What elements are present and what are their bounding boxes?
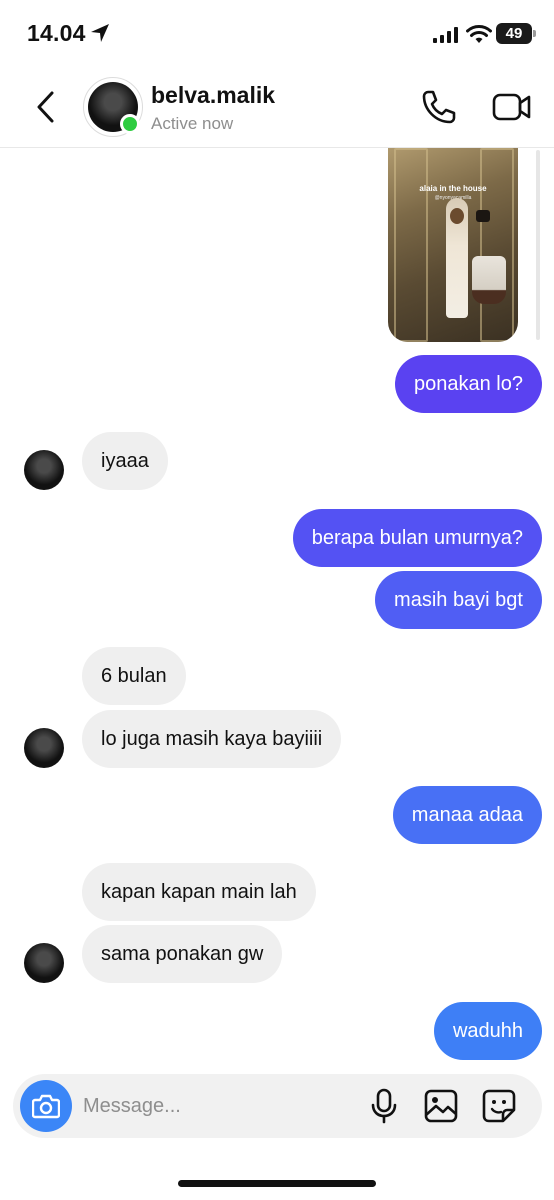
signal-icon	[433, 27, 458, 43]
sent-message[interactable]: berapa bulan umurnya?	[292, 509, 542, 567]
sticker-icon[interactable]	[481, 1088, 517, 1124]
received-message[interactable]: sama ponakan gw	[82, 925, 283, 983]
status-time: 14.04	[27, 20, 86, 46]
contact-name[interactable]: belva.malik	[151, 82, 275, 109]
shared-media-thumbnail[interactable]: alaia in the house @nyonyacamilla	[388, 148, 518, 342]
camera-button[interactable]	[20, 1080, 72, 1132]
video-camera-icon[interactable]	[492, 90, 532, 124]
battery-level: 49	[505, 25, 523, 42]
microphone-icon[interactable]	[369, 1088, 399, 1124]
sender-avatar[interactable]	[24, 728, 64, 768]
media-wall-panel	[480, 148, 514, 342]
wifi-icon	[466, 25, 492, 43]
chat-header: belva.malik Active now	[0, 66, 554, 148]
message-composer	[13, 1074, 542, 1138]
phone-icon[interactable]	[420, 88, 458, 126]
sender-avatar[interactable]	[24, 943, 64, 983]
sent-message[interactable]: waduhh	[433, 1002, 542, 1060]
media-lamp	[476, 210, 490, 222]
home-indicator[interactable]	[178, 1180, 376, 1187]
received-message[interactable]: lo juga masih kaya bayiiii	[82, 710, 342, 768]
media-person-head	[450, 208, 464, 224]
received-message[interactable]: iyaaa	[82, 432, 168, 490]
battery-indicator: 49	[496, 23, 532, 44]
media-caption: alaia in the house	[419, 184, 487, 193]
battery-cap	[533, 30, 536, 37]
received-message[interactable]: kapan kapan main lah	[82, 863, 316, 921]
location-arrow-icon	[91, 24, 109, 42]
camera-icon	[32, 1094, 60, 1119]
contact-active-status: Active now	[151, 114, 234, 133]
media-crib	[472, 256, 506, 304]
sent-message[interactable]: masih bayi bgt	[375, 571, 542, 629]
gallery-icon[interactable]	[423, 1088, 459, 1124]
sent-message[interactable]: ponakan lo?	[395, 355, 542, 413]
media-wall-panel	[394, 148, 428, 342]
online-status-dot	[120, 114, 140, 134]
sender-avatar[interactable]	[24, 450, 64, 490]
scroll-indicator[interactable]	[536, 150, 540, 340]
received-message[interactable]: 6 bulan	[82, 647, 186, 705]
back-chevron-icon[interactable]	[30, 88, 64, 126]
sent-message[interactable]: manaa adaa	[392, 786, 542, 844]
status-bar: 14.04 49	[0, 0, 554, 66]
message-input[interactable]	[83, 1086, 353, 1126]
